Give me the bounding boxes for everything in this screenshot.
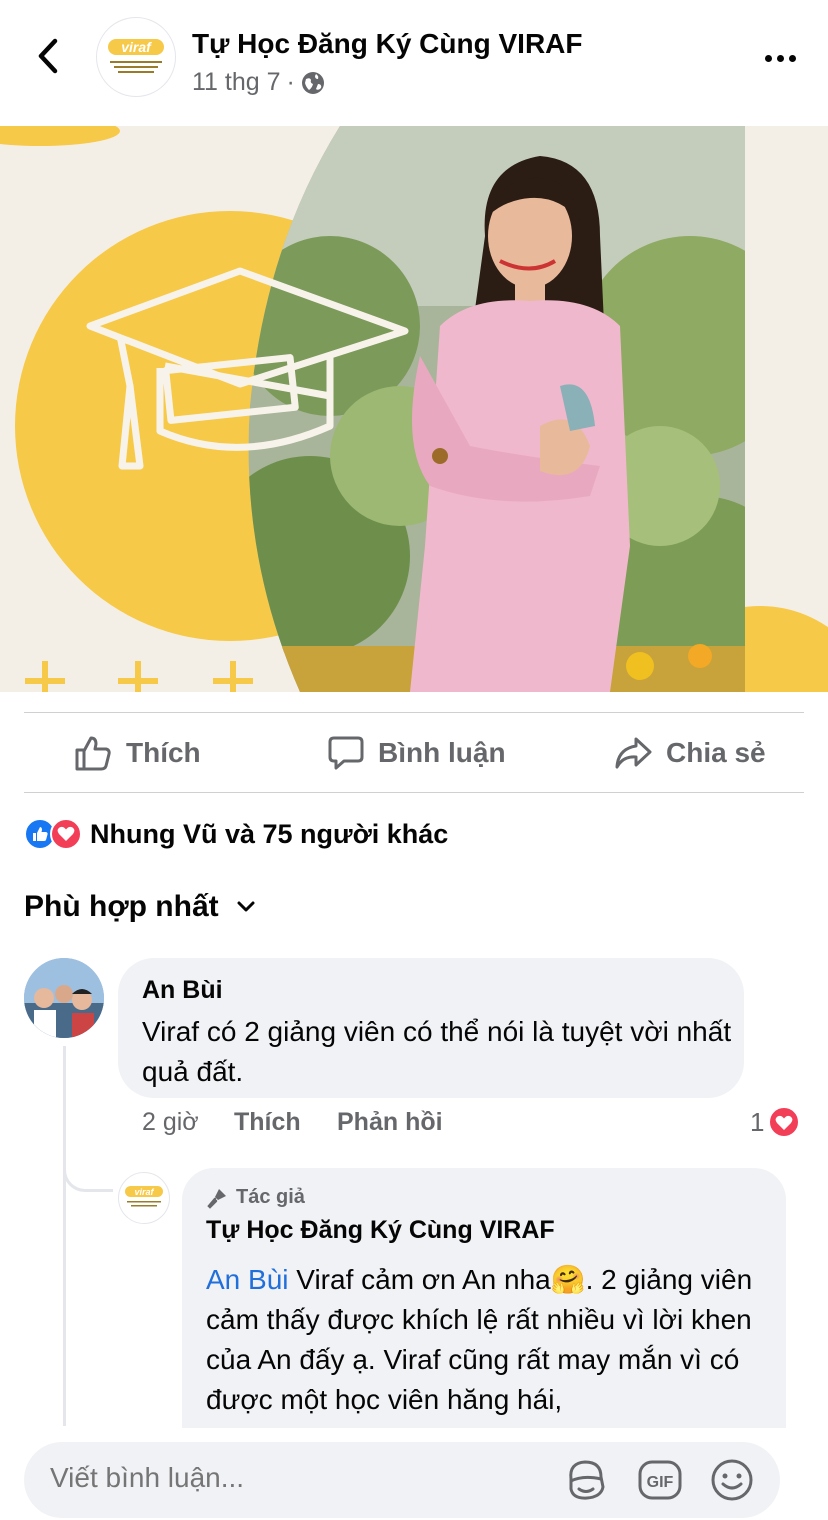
- comment-reply-button[interactable]: Phản hồi: [337, 1108, 443, 1137]
- more-options-button[interactable]: [756, 38, 804, 78]
- comment-text: Viraf có 2 giảng viên có thể nói là tuyệ…: [142, 1016, 732, 1087]
- comment-author[interactable]: An Bùi: [142, 976, 223, 1005]
- reply-bubble[interactable]: Tác giả Tự Học Đăng Ký Cùng VIRAF An Bùi…: [182, 1168, 786, 1458]
- emoji-button[interactable]: [708, 1456, 756, 1504]
- post-photo[interactable]: [0, 126, 828, 692]
- reaction-count: 1: [750, 1106, 765, 1137]
- viraf-logo: viraf: [108, 39, 164, 73]
- share-label: Chia sẻ: [666, 737, 766, 768]
- like-label: Thích: [126, 737, 201, 768]
- comment-bubble[interactable]: An Bùi Viraf có 2 giảng viên có thể nói …: [118, 958, 744, 1098]
- reply-body: Viraf cảm ơn An nha🤗. 2 giảng viên cảm t…: [206, 1264, 753, 1415]
- like-button[interactable]: Thích: [74, 714, 201, 792]
- post-image: [0, 126, 828, 692]
- share-button[interactable]: Chia sẻ: [614, 714, 766, 792]
- back-button[interactable]: [26, 34, 70, 78]
- meta-separator: ·: [286, 68, 295, 96]
- smiley-icon: [711, 1459, 753, 1501]
- avatar-sticker-icon: [569, 1460, 605, 1500]
- avatar-sticker-button[interactable]: [562, 1456, 610, 1504]
- dot-icon: [788, 54, 796, 62]
- reaction-summary[interactable]: Nhung Vũ và 75 người khác: [24, 814, 448, 854]
- reply-author[interactable]: Tự Học Đăng Ký Cùng VIRAF: [206, 1216, 555, 1245]
- comment-composer: GIF: [0, 1428, 828, 1520]
- dot-icon: [776, 54, 784, 62]
- svg-text:GIF: GIF: [647, 1474, 674, 1491]
- post-header: viraf Tự Học Đăng Ký Cùng VIRAF 11 thg 7…: [0, 0, 828, 118]
- sort-label: Phù hợp nhất: [24, 890, 219, 923]
- comment-icon: [328, 736, 364, 770]
- author-badge: Tác giả: [206, 1186, 305, 1209]
- comment-like-button[interactable]: Thích: [234, 1108, 301, 1137]
- svg-text:viraf: viraf: [121, 39, 152, 55]
- thumbs-up-icon: [75, 736, 111, 771]
- dot-icon: [764, 54, 772, 62]
- gif-button[interactable]: GIF: [636, 1456, 684, 1504]
- comment-label: Bình luận: [378, 737, 506, 768]
- love-reaction-icon: [768, 1106, 801, 1138]
- svg-text:viraf: viraf: [134, 1187, 154, 1197]
- microphone-icon: [207, 1188, 226, 1209]
- comment-reaction-count[interactable]: 1: [750, 1106, 801, 1138]
- viraf-logo: viraf: [125, 1186, 163, 1207]
- gif-icon: GIF: [638, 1460, 682, 1500]
- author-badge-label: Tác giả: [236, 1186, 305, 1208]
- composer-bar[interactable]: GIF: [24, 1442, 780, 1518]
- love-reaction-icon: [50, 818, 82, 850]
- chevron-left-icon: [38, 38, 58, 74]
- reply-text: An Bùi Viraf cảm ơn An nha🤗. 2 giảng viê…: [206, 1260, 778, 1420]
- thread-line: [63, 1046, 66, 1426]
- post-actions: Thích Bình luận Chia sẻ: [0, 714, 828, 792]
- page-name[interactable]: Tự Học Đăng Ký Cùng VIRAF: [192, 28, 583, 60]
- mention-link[interactable]: An Bùi: [206, 1264, 289, 1295]
- post-date[interactable]: 11 thg 7: [192, 68, 281, 97]
- share-arrow-icon: [615, 737, 652, 769]
- reaction-summary-text: Nhung Vũ và 75 người khác: [90, 818, 449, 849]
- page-avatar[interactable]: viraf: [96, 17, 176, 97]
- comment-input[interactable]: [50, 1462, 550, 1494]
- commenter-avatar[interactable]: [24, 958, 104, 1038]
- comment-sort-dropdown[interactable]: Phù hợp nhất: [24, 890, 255, 924]
- thread-connector: [63, 1140, 113, 1192]
- post-meta: 11 thg 7 ·: [192, 68, 325, 97]
- comment-button[interactable]: Bình luận: [328, 714, 506, 792]
- comment-time: 2 giờ: [142, 1108, 199, 1136]
- divider: [24, 792, 804, 793]
- divider: [24, 712, 804, 713]
- reply-author-avatar[interactable]: viraf: [118, 1172, 170, 1224]
- chevron-down-icon: [237, 901, 255, 912]
- globe-icon: [301, 71, 324, 94]
